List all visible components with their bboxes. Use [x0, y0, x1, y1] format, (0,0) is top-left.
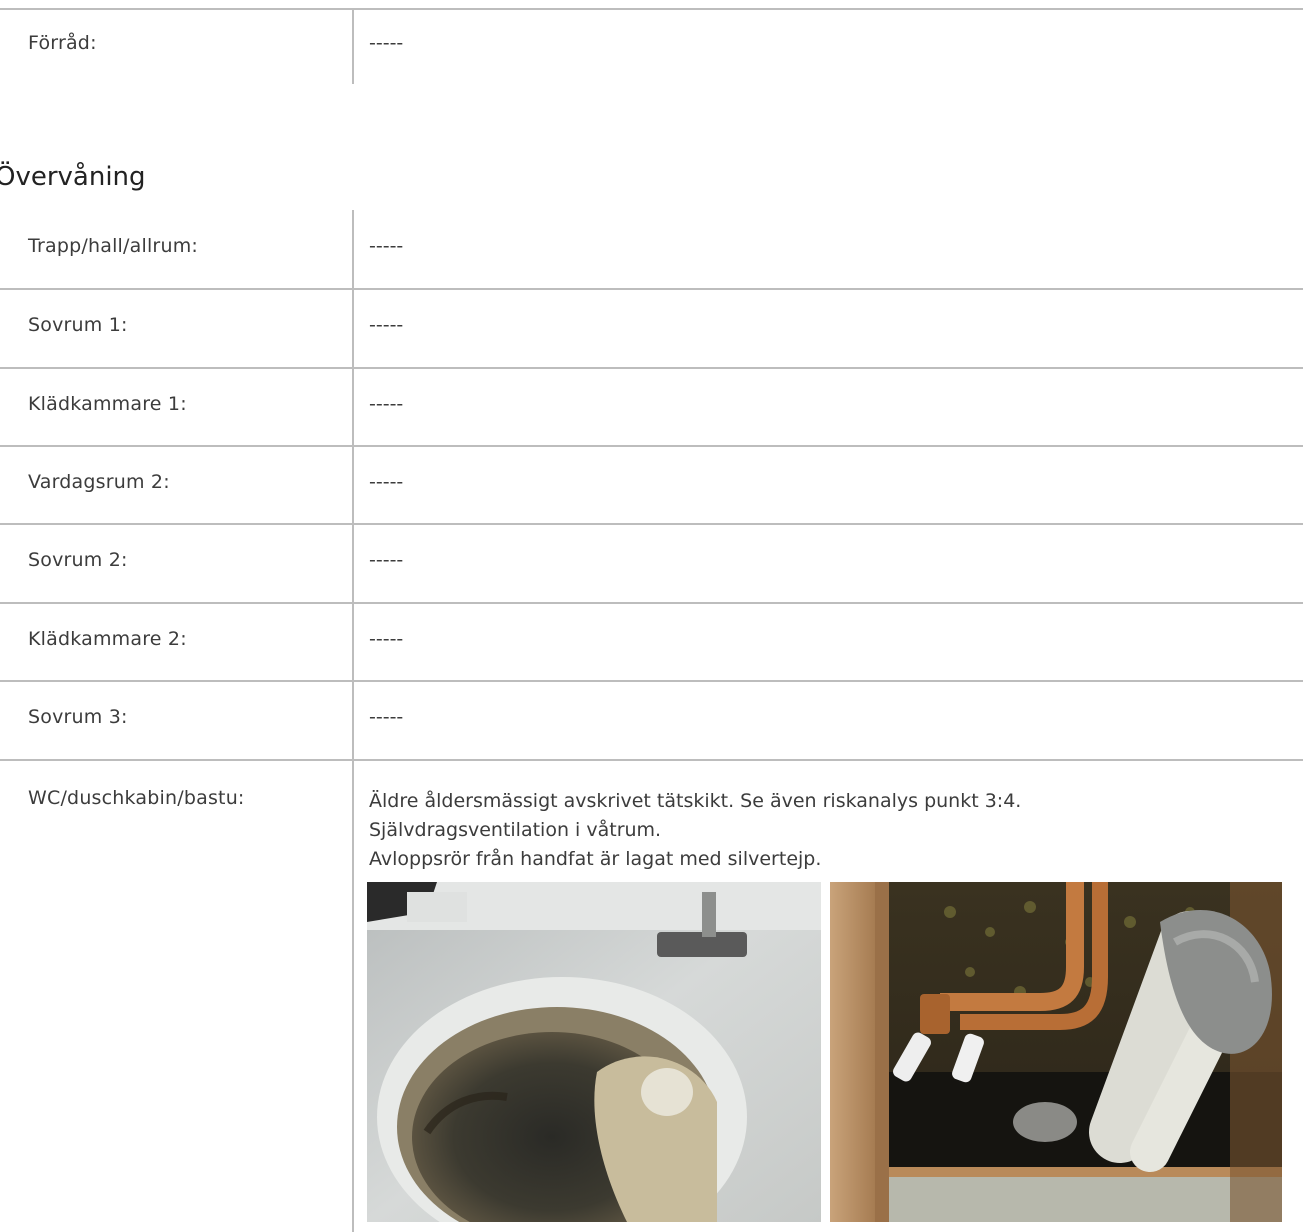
table-column-divider	[352, 8, 354, 84]
row-label-sovrum-3: Sovrum 3:	[28, 706, 128, 728]
row-value-wc-duschkabin-bastu: Äldre åldersmässigt avskrivet tätskikt. …	[369, 787, 1021, 874]
row-label-kladkammare-2: Klädkammare 2:	[28, 628, 187, 650]
row-value-kladkammare-2: -----	[369, 628, 404, 650]
row-divider	[0, 445, 1303, 447]
row-value-sovrum-2: -----	[369, 549, 404, 571]
table-top-border	[0, 8, 1303, 10]
row-divider	[0, 288, 1303, 290]
row-value-trapp-hall-allrum: -----	[369, 235, 404, 257]
row-divider	[0, 759, 1303, 761]
row-value-sovrum-1: -----	[369, 314, 404, 336]
row-value-sovrum-3: -----	[369, 706, 404, 728]
row-label-trapp-hall-allrum: Trapp/hall/allrum:	[28, 235, 198, 257]
row-divider	[0, 602, 1303, 604]
row-divider	[0, 680, 1303, 682]
row-label-sovrum-1: Sovrum 1:	[28, 314, 128, 336]
row-label-sovrum-2: Sovrum 2:	[28, 549, 128, 571]
row-label-forrad: Förråd:	[28, 32, 97, 54]
row-divider	[0, 367, 1303, 369]
wc-text-line: Självdragsventilation i våtrum.	[369, 819, 662, 841]
section-heading: Övervåning	[0, 162, 146, 192]
table-column-divider	[352, 210, 354, 1232]
photo-sink-drain-pipe	[830, 882, 1282, 1222]
row-label-wc-duschkabin-bastu: WC/duschkabin/bastu:	[28, 787, 245, 809]
wc-text-line: Avloppsrör från handfat är lagat med sil…	[369, 848, 822, 870]
row-value-vardagsrum-2: -----	[369, 471, 404, 493]
row-value-kladkammare-1: -----	[369, 393, 404, 415]
row-divider	[0, 523, 1303, 525]
wc-text-line: Äldre åldersmässigt avskrivet tätskikt. …	[369, 790, 1022, 812]
row-value-forrad: -----	[369, 32, 404, 54]
row-label-vardagsrum-2: Vardagsrum 2:	[28, 471, 170, 493]
row-label-kladkammare-1: Klädkammare 1:	[28, 393, 187, 415]
photo-shower-drain	[367, 882, 821, 1222]
